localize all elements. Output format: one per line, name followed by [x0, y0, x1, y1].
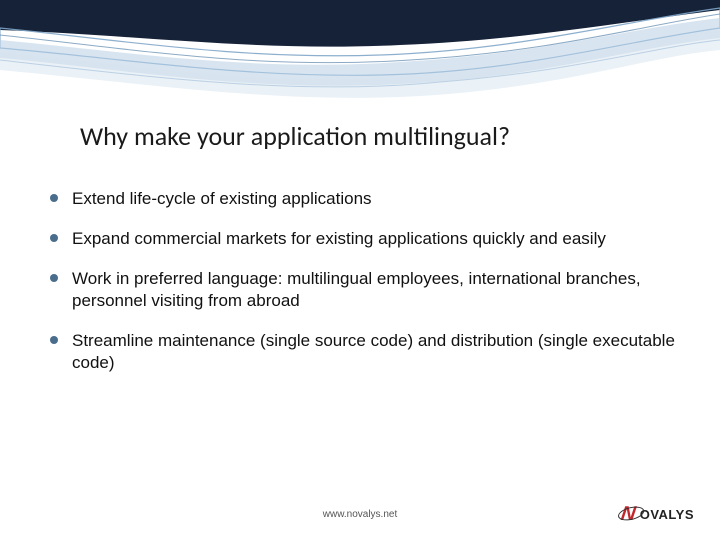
- novalys-logo: N OVALYS: [621, 503, 694, 526]
- bullet-item: Extend life-cycle of existing applicatio…: [48, 188, 690, 210]
- wave-graphic: [0, 0, 720, 110]
- slide: Why make your application multilingual? …: [0, 0, 720, 540]
- bullet-item: Work in preferred language: multilingual…: [48, 268, 690, 312]
- bullet-item: Streamline maintenance (single source co…: [48, 330, 690, 374]
- decorative-wave-banner: [0, 0, 720, 110]
- bullet-item: Expand commercial markets for existing a…: [48, 228, 690, 250]
- bullet-list: Extend life-cycle of existing applicatio…: [48, 188, 690, 393]
- slide-title: Why make your application multilingual?: [80, 120, 510, 152]
- logo-text: OVALYS: [640, 507, 694, 522]
- logo-mark: N: [620, 503, 637, 526]
- footer-url: www.novalys.net: [0, 509, 720, 520]
